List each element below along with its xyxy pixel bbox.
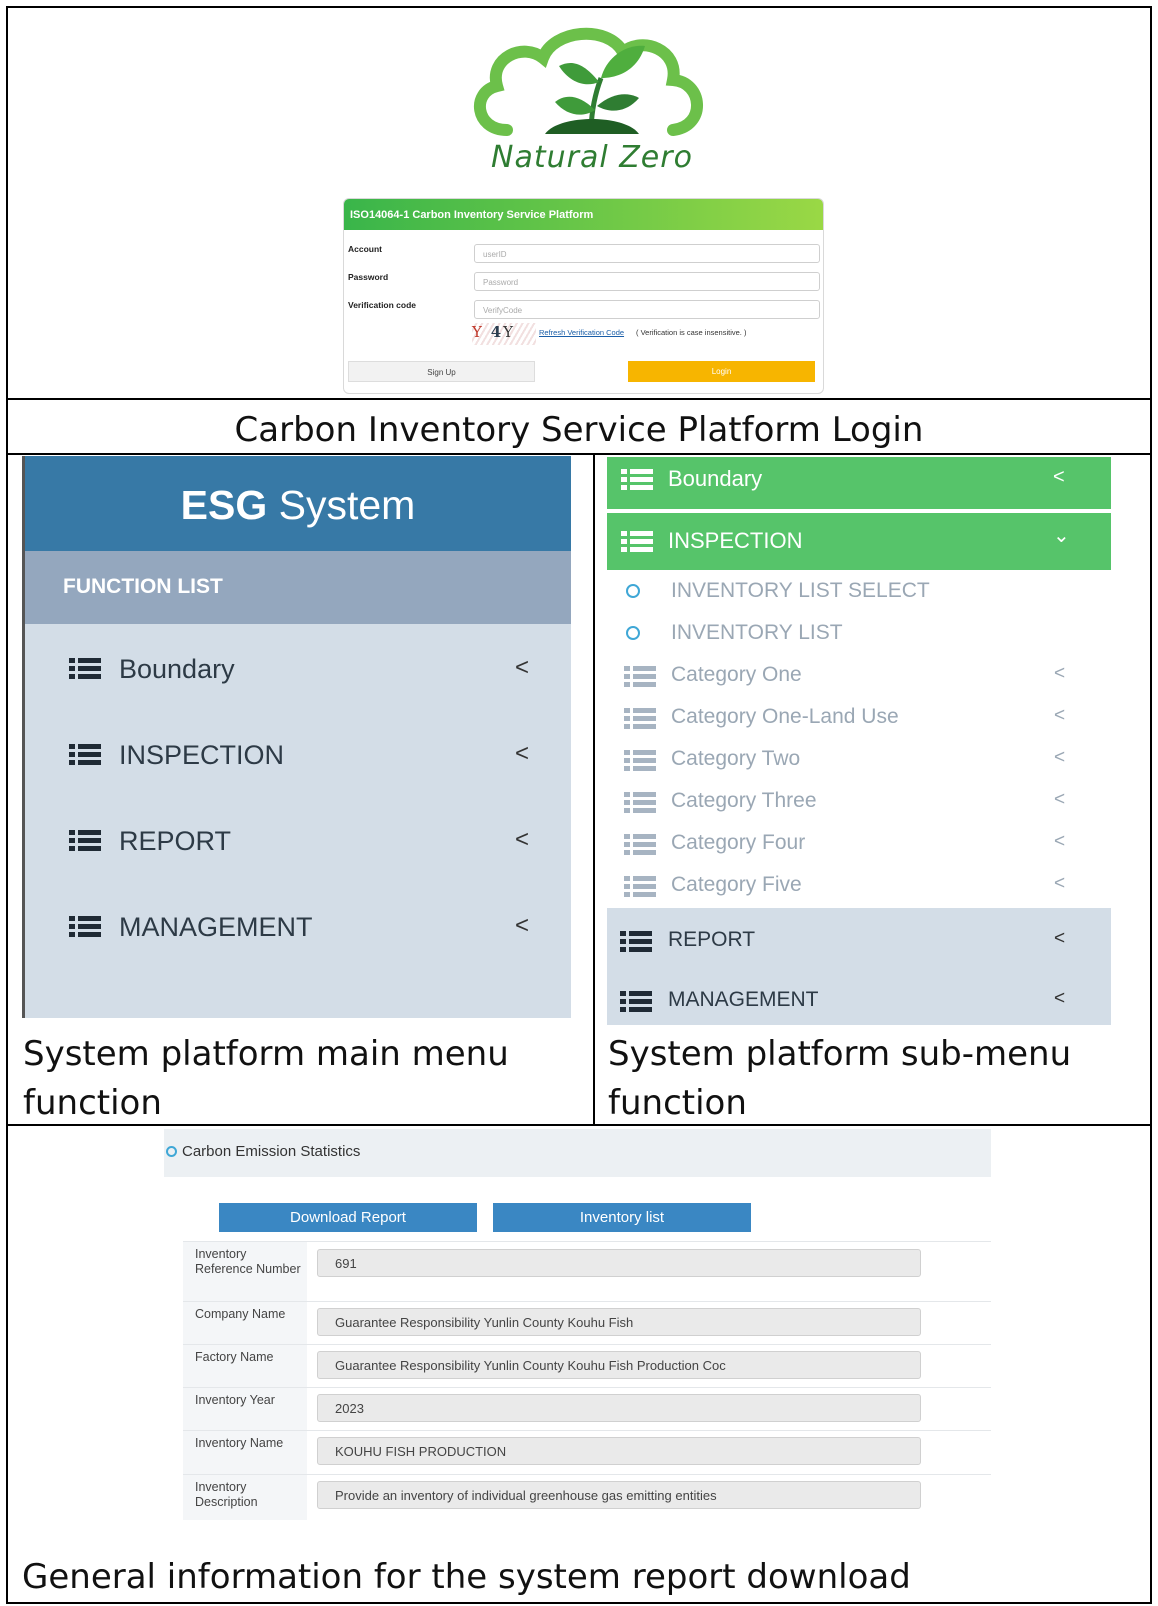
list-icon [69, 658, 101, 680]
menu-item-report[interactable]: REPORT < [25, 822, 571, 862]
field-row: Inventory Name KOUHU FISH PRODUCTION [183, 1430, 991, 1475]
menu-item-inspection[interactable]: INSPECTION < [25, 736, 571, 776]
chevron-left-icon: < [1054, 928, 1066, 949]
list-icon [69, 830, 101, 852]
field-label: Inventory Name [183, 1431, 307, 1475]
field-row: Company Name Guarantee Responsibility Yu… [183, 1301, 991, 1345]
company-name-field[interactable]: Guarantee Responsibility Yunlin County K… [317, 1308, 921, 1336]
list-icon [621, 531, 653, 552]
caption-report: General information for the system repor… [22, 1557, 911, 1597]
chevron-left-icon: < [1054, 831, 1066, 852]
captcha-image: Y 4Y [472, 323, 536, 345]
inventory-reference-number-field[interactable]: 691 [317, 1249, 921, 1277]
chevron-left-icon: < [1053, 466, 1065, 488]
inventory-name-field[interactable]: KOUHU FISH PRODUCTION [317, 1437, 921, 1465]
case-insensitive-note: ( Verification is case insensitive. ) [636, 328, 747, 337]
caption-login: Carbon Inventory Service Platform Login [234, 410, 924, 450]
login-card: ISO14064-1 Carbon Inventory Service Plat… [343, 198, 824, 394]
chevron-left-icon: < [1054, 747, 1066, 768]
caption-main-menu: System platform main menu function [23, 1034, 509, 1124]
list-icon [624, 876, 656, 897]
report-panel: Carbon Emission Statistics Download Repo… [164, 1129, 991, 1520]
verification-label: Verification code [348, 300, 417, 310]
chevron-left-icon: < [1054, 873, 1066, 894]
inventory-description-field[interactable]: Provide an inventory of individual green… [317, 1481, 921, 1509]
list-icon [621, 469, 653, 490]
download-report-button[interactable]: Download Report [219, 1203, 477, 1232]
brand-name: Natural Zero [491, 140, 693, 175]
chevron-left-icon: < [1054, 705, 1066, 726]
chevron-left-icon: < [515, 654, 530, 681]
submenu-child-inventory-list[interactable]: INVENTORY LIST [607, 613, 1111, 655]
circle-icon [626, 584, 640, 598]
submenu-item-boundary[interactable]: Boundary < [607, 457, 1111, 509]
chevron-left-icon: < [1054, 663, 1066, 684]
function-list-header: FUNCTION LIST [25, 551, 571, 624]
list-icon [624, 666, 656, 687]
field-row: Inventory Description Provide an invento… [183, 1474, 991, 1520]
report-header: Carbon Emission Statistics [164, 1129, 991, 1177]
list-icon [624, 750, 656, 771]
field-label: Inventory Reference Number [183, 1242, 307, 1302]
chevron-left-icon: < [1054, 789, 1066, 810]
list-icon [620, 991, 652, 1012]
field-label: Factory Name [183, 1345, 307, 1388]
factory-name-field[interactable]: Guarantee Responsibility Yunlin County K… [317, 1351, 921, 1379]
table-divider [6, 398, 1152, 400]
submenu-item-management[interactable]: MANAGEMENT < [607, 967, 1111, 1025]
list-icon [624, 792, 656, 813]
circle-icon [626, 626, 640, 640]
sub-menu: Boundary < INSPECTION ⌄ INVENTORY LIST S… [607, 457, 1111, 1025]
submenu-child-category-five[interactable]: Category Five < [607, 865, 1111, 907]
login-button[interactable]: Login [628, 361, 815, 382]
menu-item-management[interactable]: MANAGEMENT < [25, 908, 571, 948]
field-label: Company Name [183, 1302, 307, 1345]
caption-sub-menu: System platform sub-menu function [608, 1034, 1072, 1124]
password-label: Password [348, 272, 389, 282]
submenu-child-category-one[interactable]: Category One < [607, 655, 1111, 697]
chevron-left-icon: < [515, 740, 530, 767]
natural-zero-logo: Natural Zero [467, 22, 717, 190]
submenu-item-report[interactable]: REPORT < [607, 908, 1111, 967]
list-icon [620, 931, 652, 952]
field-row: Inventory Year 2023 [183, 1387, 991, 1431]
submenu-item-inspection[interactable]: INSPECTION ⌄ [607, 513, 1111, 570]
chevron-left-icon: < [1054, 988, 1066, 1009]
refresh-verification-link[interactable]: Refresh Verification Code [539, 328, 624, 337]
submenu-child-category-three[interactable]: Category Three < [607, 781, 1111, 823]
field-row: Factory Name Guarantee Responsibility Yu… [183, 1344, 991, 1388]
field-label: Inventory Description [183, 1475, 307, 1520]
inventory-year-field[interactable]: 2023 [317, 1394, 921, 1422]
field-row: Inventory Reference Number 691 [183, 1241, 991, 1302]
field-label: Inventory Year [183, 1388, 307, 1431]
menu-item-boundary[interactable]: Boundary < [25, 650, 571, 690]
cloud-sprout-icon [474, 27, 703, 136]
account-label: Account [348, 244, 382, 254]
submenu-child-category-one-land-use[interactable]: Category One-Land Use < [607, 697, 1111, 739]
inventory-list-button[interactable]: Inventory list [493, 1203, 751, 1232]
password-input[interactable]: Password [474, 272, 820, 291]
verification-input[interactable]: VerifyCode [474, 300, 820, 319]
login-card-title: ISO14064-1 Carbon Inventory Service Plat… [344, 199, 823, 230]
account-input[interactable]: userID [474, 244, 820, 263]
submenu-child-inventory-list-select[interactable]: INVENTORY LIST SELECT [607, 571, 1111, 613]
list-icon [624, 834, 656, 855]
submenu-child-category-two[interactable]: Category Two < [607, 739, 1111, 781]
chevron-left-icon: < [515, 912, 530, 939]
circle-icon [166, 1146, 177, 1157]
table-divider [593, 453, 595, 1126]
chevron-left-icon: < [515, 826, 530, 853]
signup-button[interactable]: Sign Up [348, 361, 535, 382]
list-icon [69, 916, 101, 938]
main-menu: ESG System FUNCTION LIST Boundary < INSP… [22, 456, 571, 1018]
submenu-child-category-four[interactable]: Category Four < [607, 823, 1111, 865]
list-icon [69, 744, 101, 766]
chevron-down-icon: ⌄ [1053, 525, 1070, 547]
list-icon [624, 708, 656, 729]
menu-title: ESG System [25, 456, 571, 551]
